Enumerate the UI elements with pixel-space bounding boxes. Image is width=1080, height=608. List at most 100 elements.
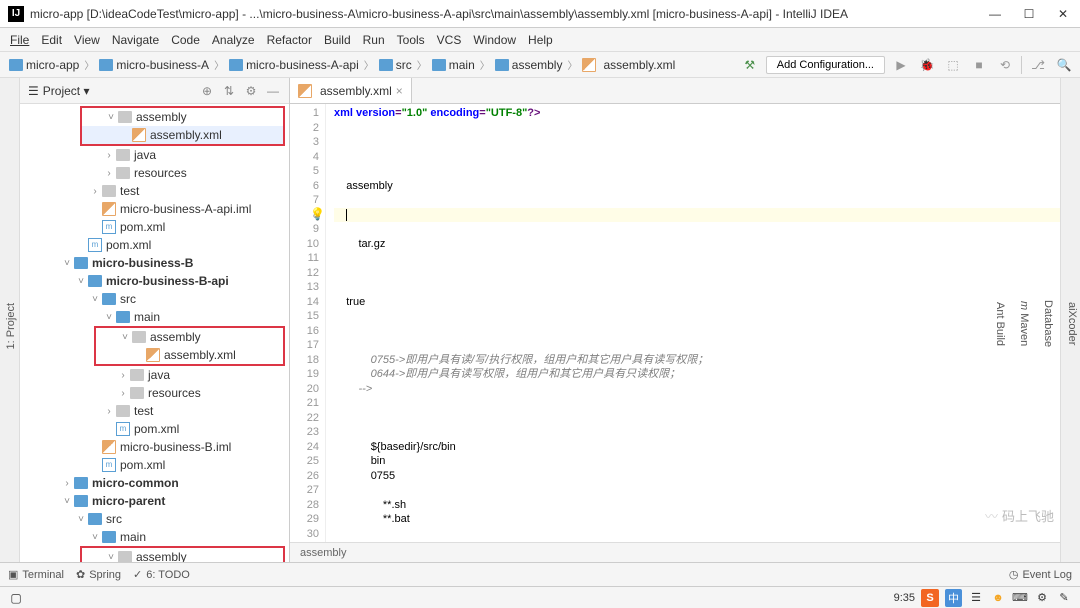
maximize-button[interactable]: ☐ xyxy=(1020,5,1038,23)
menu-run[interactable]: Run xyxy=(357,31,391,49)
status-icon-4[interactable]: ⚙ xyxy=(1034,590,1050,606)
project-tree[interactable]: ˅assemblyassembly.xml›java›resources›tes… xyxy=(20,104,289,562)
code-view[interactable]: xml version="1.0" encoding="UTF-8"?> ass… xyxy=(326,104,1060,542)
crumb-4[interactable]: main xyxy=(429,57,478,73)
tree-node-java[interactable]: ›java xyxy=(20,366,289,384)
refresh-icon[interactable]: ⟲ xyxy=(995,55,1015,75)
tree-arrow-icon[interactable]: › xyxy=(118,388,128,398)
event-log[interactable]: ◷ Event Log xyxy=(1009,568,1072,581)
close-tab-icon[interactable]: × xyxy=(396,84,403,98)
debug-icon[interactable]: 🐞 xyxy=(917,55,937,75)
project-view-selector[interactable]: Project ▾ xyxy=(43,84,90,98)
tree-arrow-icon[interactable]: › xyxy=(118,370,128,380)
stop-icon[interactable]: ■ xyxy=(969,55,989,75)
crumb-file[interactable]: assembly.xml xyxy=(579,57,678,73)
menu-navigate[interactable]: Navigate xyxy=(106,31,165,49)
crumb-5[interactable]: assembly xyxy=(492,57,566,73)
tree-node-main[interactable]: ˅main xyxy=(20,308,289,326)
menu-tools[interactable]: Tools xyxy=(391,31,431,49)
tree-node-resources[interactable]: ›resources xyxy=(20,384,289,402)
tree-arrow-icon[interactable]: › xyxy=(104,168,114,178)
show-toolwindow-icon[interactable]: ▢ xyxy=(8,590,24,606)
tree-node-micro-business-B-iml[interactable]: micro-business-B.iml xyxy=(20,438,289,456)
tree-arrow-icon[interactable]: › xyxy=(104,406,114,416)
tree-arrow-icon[interactable] xyxy=(120,130,130,140)
git-icon[interactable]: ⎇ xyxy=(1028,55,1048,75)
status-icon-2[interactable]: ☻ xyxy=(990,590,1006,606)
tree-node-test[interactable]: ›test xyxy=(20,182,289,200)
status-icon-3[interactable]: ⌨ xyxy=(1012,590,1028,606)
menu-view[interactable]: View xyxy=(68,31,106,49)
tree-node-micro-parent[interactable]: ˅micro-parent xyxy=(20,492,289,510)
menu-edit[interactable]: Edit xyxy=(35,31,68,49)
tree-arrow-icon[interactable]: ˅ xyxy=(90,294,100,304)
tree-arrow-icon[interactable]: ˅ xyxy=(62,496,72,506)
tree-arrow-icon[interactable] xyxy=(90,442,100,452)
tree-arrow-icon[interactable]: › xyxy=(90,186,100,196)
tree-node-assembly-xml[interactable]: assembly.xml xyxy=(96,346,283,364)
terminal-tab[interactable]: ▣ Terminal xyxy=(8,568,64,581)
tree-node-micro-business-B[interactable]: ˅micro-business-B xyxy=(20,254,289,272)
add-configuration-button[interactable]: Add Configuration... xyxy=(766,56,885,74)
tree-node-test[interactable]: ›test xyxy=(20,402,289,420)
ime-lang[interactable]: 中 xyxy=(945,589,962,607)
menu-code[interactable]: Code xyxy=(165,31,206,49)
status-icon-5[interactable]: ✎ xyxy=(1056,590,1072,606)
tree-arrow-icon[interactable] xyxy=(134,350,144,360)
crumb-root[interactable]: micro-app xyxy=(6,57,82,73)
tree-node-micro-business-A-api-iml[interactable]: micro-business-A-api.iml xyxy=(20,200,289,218)
tree-node-pom-xml[interactable]: mpom.xml xyxy=(20,218,289,236)
tree-node-micro-business-B-api[interactable]: ˅micro-business-B-api xyxy=(20,272,289,290)
tab-project[interactable]: 1: Project xyxy=(3,297,19,355)
tree-arrow-icon[interactable]: › xyxy=(104,150,114,160)
spring-tab[interactable]: ✿ Spring xyxy=(76,568,121,581)
tree-arrow-icon[interactable]: ˅ xyxy=(104,312,114,322)
menu-refactor[interactable]: Refactor xyxy=(261,31,318,49)
menu-vcs[interactable]: VCS xyxy=(431,31,468,49)
run-icon[interactable]: ▶ xyxy=(891,55,911,75)
gear-icon[interactable]: ⚙ xyxy=(243,84,259,98)
tree-arrow-icon[interactable]: ˅ xyxy=(76,276,86,286)
tree-node-main[interactable]: ˅main xyxy=(20,528,289,546)
tab-aixcoder[interactable]: aiXcoder xyxy=(1064,296,1080,351)
status-icon-1[interactable]: ☰ xyxy=(968,590,984,606)
target-icon[interactable]: ⊕ xyxy=(199,84,215,98)
search-icon[interactable]: 🔍 xyxy=(1054,55,1074,75)
tree-node-resources[interactable]: ›resources xyxy=(20,164,289,182)
tree-arrow-icon[interactable]: ˅ xyxy=(106,552,116,562)
editor-breadcrumb-bottom[interactable]: assembly xyxy=(290,542,1060,562)
editor-tab-assembly[interactable]: assembly.xml × xyxy=(290,78,412,103)
tree-arrow-icon[interactable]: › xyxy=(62,478,72,488)
tree-node-pom-xml[interactable]: mpom.xml xyxy=(20,420,289,438)
tree-arrow-icon[interactable] xyxy=(90,222,100,232)
tree-node-java[interactable]: ›java xyxy=(20,146,289,164)
tree-arrow-icon[interactable] xyxy=(90,460,100,470)
tree-node-pom-xml[interactable]: mpom.xml xyxy=(20,236,289,254)
tree-node-assembly[interactable]: ˅assembly xyxy=(96,328,283,346)
hammer-icon[interactable]: ⚒ xyxy=(740,55,760,75)
tree-node-src[interactable]: ˅src xyxy=(20,290,289,308)
tree-arrow-icon[interactable] xyxy=(104,424,114,434)
tree-arrow-icon[interactable]: ˅ xyxy=(90,532,100,542)
sort-icon[interactable]: ⇅ xyxy=(221,84,237,98)
minimize-button[interactable]: — xyxy=(986,5,1004,23)
tree-arrow-icon[interactable] xyxy=(76,240,86,250)
hide-icon[interactable]: — xyxy=(265,84,281,98)
crumb-2[interactable]: micro-business-A-api xyxy=(226,57,362,73)
tree-arrow-icon[interactable]: ˅ xyxy=(106,112,116,122)
menu-help[interactable]: Help xyxy=(522,31,559,49)
tree-node-src[interactable]: ˅src xyxy=(20,510,289,528)
menu-analyze[interactable]: Analyze xyxy=(206,31,261,49)
menu-window[interactable]: Window xyxy=(467,31,522,49)
todo-tab[interactable]: ✓ 6: TODO xyxy=(133,568,190,581)
close-button[interactable]: ✕ xyxy=(1054,5,1072,23)
editor-content[interactable]: 1234567891011121314151617181920212223242… xyxy=(290,104,1060,542)
tree-node-assembly-xml[interactable]: assembly.xml xyxy=(82,126,283,144)
tree-arrow-icon[interactable]: ˅ xyxy=(76,514,86,524)
tree-node-assembly[interactable]: ˅assembly xyxy=(82,108,283,126)
tree-node-assembly[interactable]: ˅assembly xyxy=(82,548,283,562)
tree-node-micro-common[interactable]: ›micro-common xyxy=(20,474,289,492)
menu-file[interactable]: File xyxy=(4,31,35,49)
crumb-3[interactable]: src xyxy=(376,57,415,73)
menu-build[interactable]: Build xyxy=(318,31,357,49)
